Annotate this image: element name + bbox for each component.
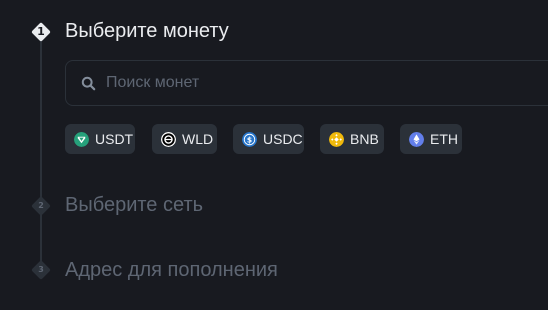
step-3-number: 3 [38,265,44,274]
svg-text:$: $ [247,135,252,144]
coin-chip-wld[interactable]: WLD [152,124,217,154]
step-1-number: 1 [37,25,45,38]
coin-chip-usdc-label: USDC [263,131,303,147]
coin-chip-eth-label: ETH [430,131,458,147]
step-2-number: 2 [38,201,44,210]
steps-rail [40,31,42,271]
coin-chip-usdc[interactable]: $ USDC [233,124,304,154]
coin-search-input[interactable] [106,61,546,105]
coin-search-box[interactable] [65,60,548,106]
deposit-steps-panel: 1 Выберите монету USDT WLD $ [0,0,548,310]
coin-chip-bnb[interactable]: BNB [320,124,384,154]
bnb-icon [329,131,344,147]
coin-chip-usdt-label: USDT [95,131,134,147]
step-2-title: Выберите сеть [65,194,204,216]
coin-chip-usdt[interactable]: USDT [65,124,135,154]
wld-icon [161,131,176,147]
coin-chip-bnb-label: BNB [350,131,379,147]
coin-chip-eth[interactable]: ETH [400,124,462,154]
usdc-icon: $ [242,131,257,147]
usdt-icon [74,131,89,147]
coin-chip-wld-label: WLD [182,131,214,147]
eth-icon [409,131,424,147]
step-3-title: Адрес для пополнения [65,259,278,281]
step-1-title: Выберите монету [65,20,229,42]
search-icon [81,76,96,91]
